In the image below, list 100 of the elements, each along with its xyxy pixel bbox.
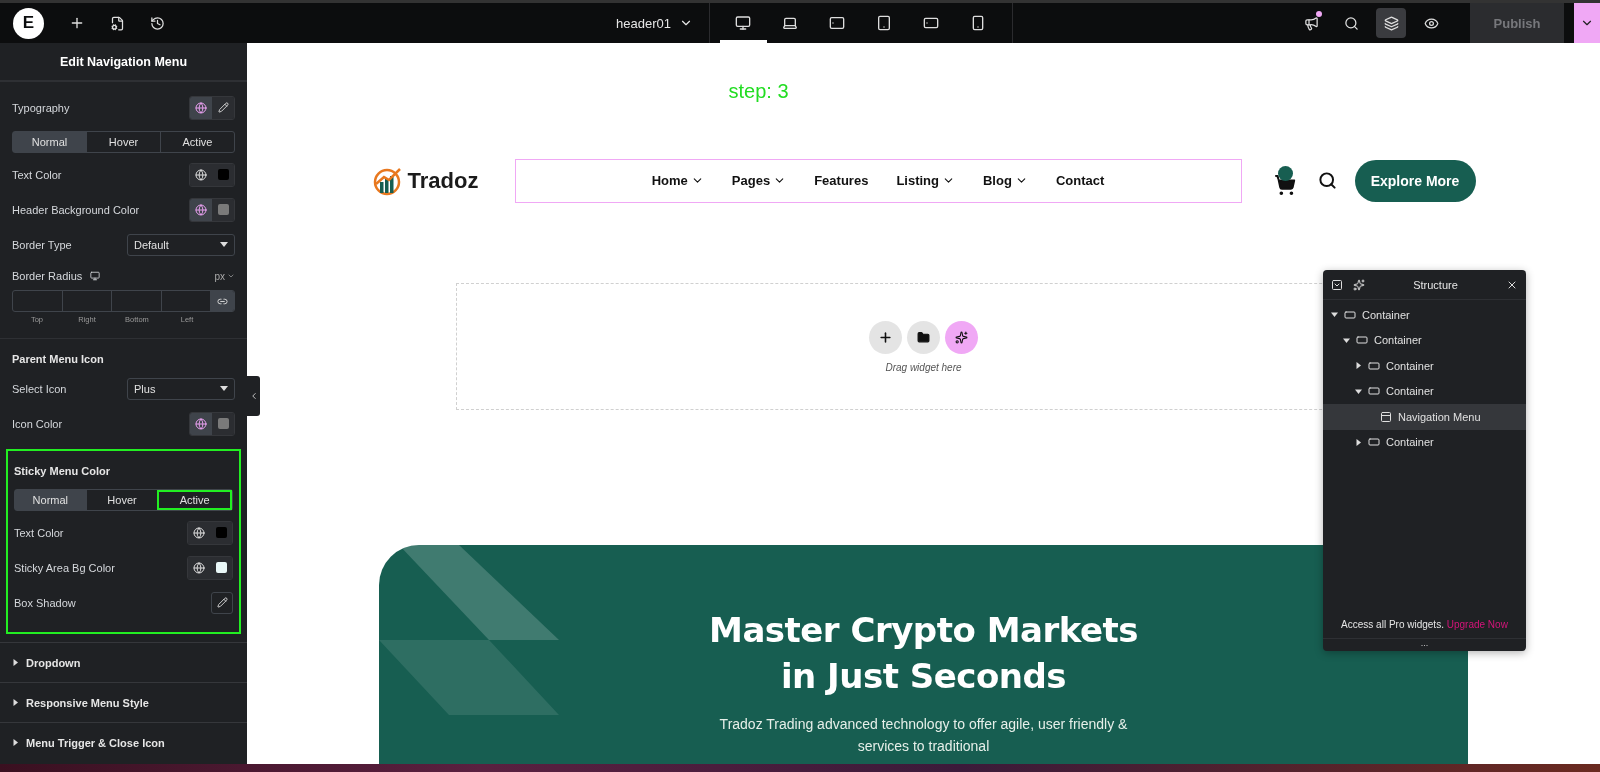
sparkles-icon (955, 330, 968, 344)
resize-handle[interactable]: ... (1323, 639, 1526, 651)
pencil-icon (216, 597, 228, 608)
control-label: Sticky Area Bg Color (14, 561, 115, 574)
ai-button[interactable] (945, 320, 978, 354)
structure-item[interactable]: Container (1323, 302, 1526, 328)
menu-link[interactable]: Contact (1055, 173, 1105, 188)
color-picker[interactable] (210, 556, 232, 579)
megaphone-icon (1303, 15, 1319, 31)
edit-button[interactable] (211, 591, 233, 614)
search-icon (1343, 15, 1359, 31)
globe-button[interactable] (190, 198, 212, 221)
sparkles-icon (1353, 278, 1365, 291)
globe-button[interactable] (188, 556, 210, 579)
template-button[interactable] (907, 320, 940, 354)
collapse-button[interactable] (247, 376, 260, 416)
caret-down-icon[interactable] (1355, 387, 1362, 395)
control-label: Header Background Color (12, 203, 140, 216)
step-annotation: step: 3 (728, 80, 789, 104)
state-tab[interactable]: Normal (13, 132, 86, 152)
color-picker[interactable] (212, 412, 234, 435)
desktop-icon (735, 15, 752, 31)
control-label: Typography (12, 101, 70, 114)
layers-icon (1383, 15, 1399, 31)
ai-button[interactable] (1351, 276, 1367, 293)
hero-subtitle: Tradoz Trading advanced technology to offer agile, user friendly & services to traditional (719, 715, 1128, 756)
color-picker[interactable] (210, 521, 232, 544)
globe-icon (195, 203, 207, 216)
globe-icon (193, 526, 205, 539)
tablet-icon (876, 15, 893, 31)
container-icon (1368, 436, 1380, 449)
caret-down-icon[interactable] (1343, 336, 1350, 344)
phone-icon (923, 15, 940, 31)
caret-right-icon[interactable] (1355, 438, 1362, 446)
caret-right-icon (12, 739, 19, 746)
dropdown-icon (1331, 278, 1343, 291)
color-picker[interactable] (212, 163, 234, 186)
state-tab[interactable]: Hover (85, 490, 158, 510)
menu-link[interactable]: Blog (983, 173, 1028, 188)
pencil-icon (217, 102, 229, 113)
menu-link[interactable]: Home (651, 173, 704, 188)
menu-icon (1380, 410, 1392, 423)
structure-item[interactable]: Navigation Menu (1323, 404, 1526, 430)
container-icon (1368, 359, 1380, 372)
globe-button[interactable] (190, 163, 212, 186)
container-icon (1344, 308, 1356, 321)
hero-title: Master Crypto Markets in Just Seconds (709, 609, 1138, 698)
structure-item[interactable]: Container (1323, 327, 1526, 353)
plus-icon (878, 329, 893, 345)
logo-icon (371, 165, 404, 196)
state-tab[interactable]: Active (157, 490, 232, 510)
app-logo[interactable]: E (13, 7, 44, 39)
globe-button[interactable] (190, 412, 212, 435)
explore-button[interactable]: Explore More (1354, 159, 1476, 202)
menu-link[interactable]: Features (814, 173, 869, 188)
control-label: Icon Color (12, 417, 63, 430)
globe-icon (195, 101, 207, 114)
folder-icon (917, 330, 930, 344)
menu-link[interactable]: Listing (896, 173, 955, 188)
search-icon[interactable] (1317, 171, 1337, 190)
link-button[interactable] (211, 291, 234, 311)
add-button[interactable] (869, 320, 902, 354)
globe-button[interactable] (190, 96, 212, 119)
desktop-icon (90, 271, 101, 281)
laptop-icon (782, 15, 799, 31)
state-tab[interactable]: Normal (15, 490, 86, 510)
navigation-menu[interactable]: Home Pages Features Listing Blog Contact (514, 158, 1242, 203)
state-tab[interactable]: Active (160, 132, 234, 152)
caret-icon (220, 386, 228, 391)
edit-button[interactable] (212, 96, 234, 119)
structure-item[interactable]: Container (1323, 353, 1526, 379)
layers-button[interactable] (1376, 8, 1406, 38)
menu-link[interactable]: Pages (731, 173, 787, 188)
structure-title: Structure (1412, 278, 1459, 291)
structure-item[interactable]: Container (1323, 429, 1526, 455)
brand-name: Tradoz (407, 167, 479, 194)
caret-down-icon[interactable] (1331, 311, 1338, 319)
structure-item[interactable]: Container (1323, 378, 1526, 404)
history-icon (149, 15, 165, 31)
control-label: Text Color (14, 526, 64, 539)
caret-right-icon[interactable] (1355, 362, 1362, 370)
section-heading: Parent Menu Icon (12, 352, 105, 367)
container-icon (1368, 385, 1380, 398)
eye-icon (1423, 15, 1439, 31)
caret-right-icon (12, 699, 19, 706)
unit-select[interactable]: px (214, 270, 235, 282)
caret-right-icon (12, 659, 19, 666)
color-picker[interactable] (212, 198, 234, 221)
tablet-icon (829, 15, 846, 31)
globe-button[interactable] (188, 521, 210, 544)
caret-icon (220, 242, 228, 247)
control-label: Box Shadow (14, 596, 76, 609)
promo-text: Access all Pro widgets. Upgrade Now (1323, 611, 1526, 639)
control-label: Text Color (12, 168, 62, 181)
select-field[interactable]: Plus (127, 377, 235, 400)
chevron-down-icon (227, 272, 235, 280)
document-gear-icon (109, 15, 125, 31)
state-tab[interactable]: Hover (86, 132, 160, 152)
control-label: Border Type (12, 238, 72, 251)
select-field[interactable]: Default (127, 233, 235, 256)
